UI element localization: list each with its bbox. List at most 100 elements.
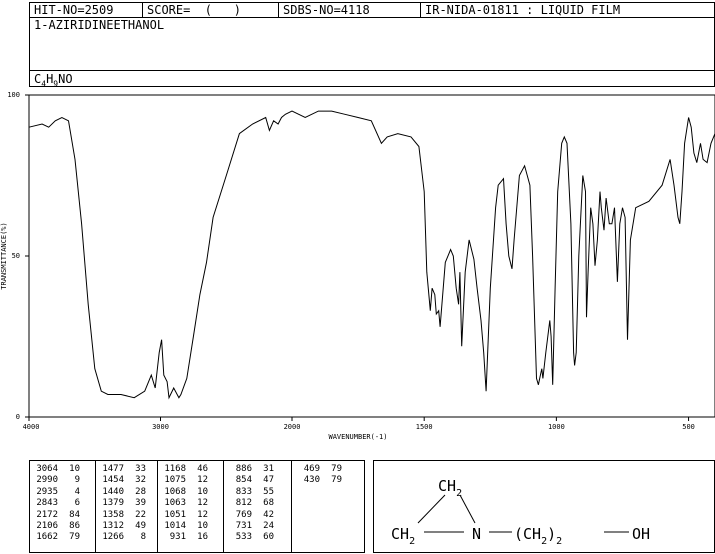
peak-row: 1168 46 [158,464,223,475]
peak-wavenumber: 1075 [164,475,186,486]
peak-wavenumber: 469 [303,464,320,474]
peak-transmittance: 68 [263,498,274,509]
x-tick-label: 1000 [548,423,565,431]
x-tick-label: 500 [682,423,695,431]
peak-column: 469 79 430 79 [292,461,342,552]
peak-row: 469 79 [292,464,342,475]
peak-row: 2172 84 [30,510,95,521]
peak-column: 3064 10 2990 9 2935 4 2843 6 2172 84 2106 86 1662 79 [30,461,96,552]
x-tick-label: 4000 [23,423,40,431]
peak-wavenumber: 2106 [36,521,58,532]
peak-transmittance: 24 [263,521,274,532]
peak-row: 1068 10 [158,487,223,498]
peak-wavenumber: 430 [303,475,320,486]
peak-transmittance: 12 [197,498,208,509]
peak-transmittance: 28 [135,486,146,497]
peak-row: 1662 79 [30,532,95,543]
peak-wavenumber: 2172 [36,509,58,520]
peak-wavenumber: 3064 [36,464,58,474]
peak-row: 1440 28 [96,487,157,498]
nitrogen: N [472,525,481,543]
peak-transmittance: 79 [331,464,342,474]
peak-row: 1312 49 [96,521,157,532]
peak-wavenumber: 1358 [102,509,124,520]
peak-wavenumber: 1454 [102,475,124,486]
peak-row: 2990 9 [30,475,95,486]
structure-box: CH2 CH2 N (CH2)2 OH [373,460,715,553]
peak-transmittance: 12 [197,509,208,520]
left-ch2: CH2 [391,525,415,547]
peak-transmittance: 10 [197,486,208,497]
peak-wavenumber: 769 [235,509,252,520]
peak-transmittance: 22 [135,509,146,520]
peak-transmittance: 10 [197,521,208,532]
peak-row: 812 68 [224,498,291,509]
peak-transmittance: 9 [74,475,80,486]
peak-wavenumber: 731 [235,521,252,532]
x-tick-label: 3000 [152,423,169,431]
peak-row: 1477 33 [96,464,157,475]
peak-transmittance: 8 [140,532,146,543]
top-ch2: CH2 [438,477,462,499]
peak-row: 1051 12 [158,510,223,521]
x-axis-label: WAVENUMBER(-1) [328,433,387,441]
peak-transmittance: 86 [69,521,80,532]
hydroxyl: OH [632,525,650,543]
peak-wavenumber: 1266 [102,532,124,543]
peak-row: 533 60 [224,532,291,543]
peak-transmittance: 4 [74,486,80,497]
peak-column: 1477 33 1454 32 1440 28 1379 39 1358 22 1312 49 1266… [96,461,158,552]
peak-transmittance: 31 [263,464,274,474]
peak-wavenumber: 886 [235,464,252,474]
peak-transmittance: 6 [74,498,80,509]
peak-transmittance: 39 [135,498,146,509]
peak-wavenumber: 1063 [164,498,186,509]
peak-transmittance: 42 [263,509,274,520]
peak-wavenumber: 1014 [164,521,186,532]
peak-transmittance: 33 [135,464,146,474]
ir-spectrum-chart: 4000 3000 2000 1500 1000 500100500 WAVENUMBER… [0,91,715,441]
peak-row: 1379 39 [96,498,157,509]
peak-row: 430 79 [292,475,342,486]
peak-transmittance: 47 [263,475,274,486]
peak-wavenumber: 833 [235,486,252,497]
peak-row: 1358 22 [96,510,157,521]
y-tick-label: 100 [7,91,20,99]
peak-row: 2843 6 [30,498,95,509]
peak-wavenumber: 1440 [102,486,124,497]
peak-transmittance: 12 [197,475,208,486]
x-tick-label: 1500 [416,423,433,431]
peak-transmittance: 84 [69,509,80,520]
peak-row: 931 16 [158,532,223,543]
peak-row: 731 24 [224,521,291,532]
peak-wavenumber: 533 [235,532,252,543]
peak-wavenumber: 1051 [164,509,186,520]
y-tick-label: 50 [12,252,20,260]
peak-wavenumber: 2843 [36,498,58,509]
peak-wavenumber: 1168 [164,464,186,474]
peak-wavenumber: 931 [169,532,186,543]
peak-transmittance: 49 [135,521,146,532]
peak-row: 2935 4 [30,487,95,498]
peak-row: 1454 32 [96,475,157,486]
peak-transmittance: 16 [197,532,208,543]
peak-row: 2106 86 [30,521,95,532]
peak-wavenumber: 2990 [36,475,58,486]
structure-drawing: CH2 CH2 N (CH2)2 OH [391,477,650,547]
peak-row: 3064 10 [30,464,95,475]
peak-wavenumber: 2935 [36,486,58,497]
peak-wavenumber: 1379 [102,498,124,509]
peak-transmittance: 32 [135,475,146,486]
peak-column: 1168 46 1075 12 1068 10 1063 12 1051 12 1014 10 931 1… [158,461,224,552]
peak-wavenumber: 1068 [164,486,186,497]
chain: (CH2)2 [514,525,562,547]
peak-wavenumber: 1662 [36,532,58,543]
peak-row: 1014 10 [158,521,223,532]
x-tick-label: 2000 [284,423,301,431]
peak-wavenumber: 812 [235,498,252,509]
peak-row: 886 31 [224,464,291,475]
peak-column: 886 31 854 47 833 55 812 68 769 42 731 24 533 60 [224,461,292,552]
peak-row: 854 47 [224,475,291,486]
peak-transmittance: 60 [263,532,274,543]
peak-transmittance: 79 [69,532,80,543]
